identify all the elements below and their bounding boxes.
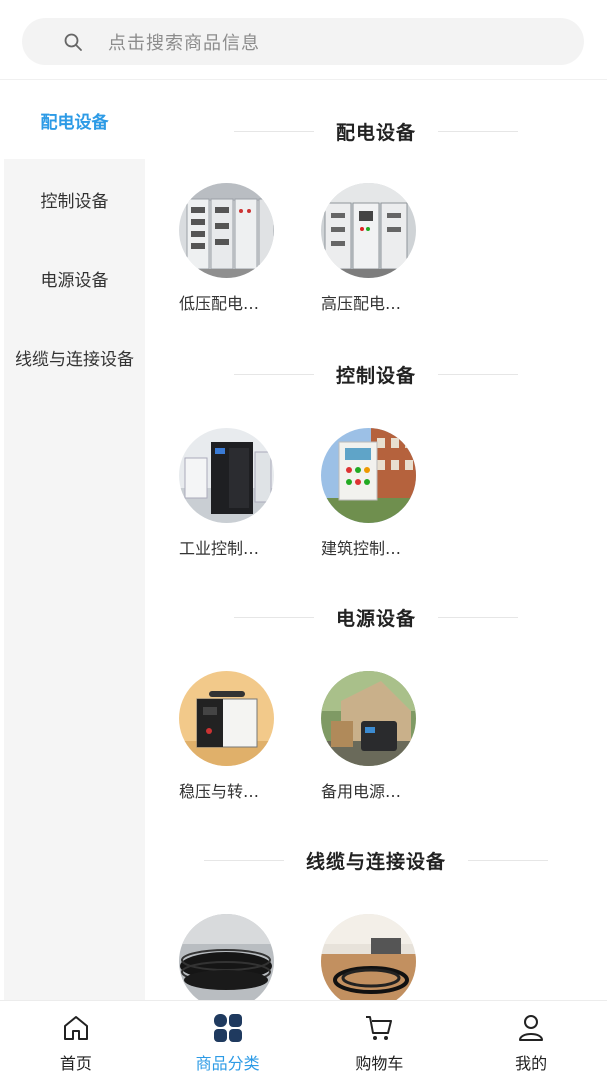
category-sidebar: 配电设备 控制设备 电源设备 线缆与连接设备: [4, 81, 145, 1000]
product-item[interactable]: 工业控制…: [179, 428, 289, 559]
tab-home[interactable]: 首页: [0, 1001, 152, 1080]
section-title: 配电设备: [145, 116, 607, 146]
product-label: 工业控制…: [179, 539, 260, 558]
tab-label: 商品分类: [195, 1054, 260, 1073]
product-label: 备用电源…: [321, 782, 402, 801]
product-item[interactable]: [321, 914, 431, 1000]
cable-desk-image: [321, 914, 416, 1000]
product-label: 高压配电…: [321, 294, 402, 313]
section-title: 控制设备: [145, 359, 607, 389]
voltage-stabilizer-image: [179, 671, 274, 766]
bottom-tab-bar: 首页 商品分类 购物车 我的: [0, 1000, 607, 1080]
cable-coil-image: [179, 914, 274, 1000]
switchgear-room-image: [321, 183, 416, 278]
portable-power-station-image: [321, 671, 416, 766]
user-icon: [514, 1011, 548, 1045]
search-input[interactable]: 点击搜索商品信息: [22, 18, 584, 65]
industrial-control-cabinet-image: [179, 428, 274, 523]
product-item[interactable]: 建筑控制…: [321, 428, 431, 559]
category-grid-icon: [211, 1011, 245, 1045]
sidebar-item-label: 配电设备: [40, 112, 109, 133]
product-item[interactable]: 稳压与转…: [179, 671, 289, 802]
tab-cart[interactable]: 购物车: [304, 1001, 456, 1080]
tab-category[interactable]: 商品分类: [152, 1001, 304, 1080]
sidebar-item-power-supply[interactable]: 电源设备: [4, 239, 145, 317]
sidebar-item-cables[interactable]: 线缆与连接设备: [4, 318, 145, 396]
building-control-panel-image: [321, 428, 416, 523]
section-title-text: 线缆与连接设备: [305, 850, 446, 873]
section-title: 线缆与连接设备: [145, 845, 607, 875]
product-item[interactable]: [179, 914, 289, 1000]
switchgear-cabinet-image: [179, 183, 274, 278]
product-item[interactable]: 低压配电…: [179, 183, 289, 314]
section-title: 电源设备: [145, 602, 607, 632]
search-placeholder: 点击搜索商品信息: [108, 32, 260, 54]
tab-profile[interactable]: 我的: [455, 1001, 607, 1080]
search-bar-container: 点击搜索商品信息: [0, 0, 607, 80]
sidebar-item-power-distribution[interactable]: 配电设备: [4, 81, 145, 159]
home-icon: [59, 1011, 93, 1045]
sidebar-item-label: 控制设备: [40, 191, 109, 212]
tab-label: 首页: [59, 1054, 92, 1073]
sidebar-item-label: 电源设备: [40, 270, 109, 291]
product-label: 建筑控制…: [321, 539, 402, 558]
tab-label: 购物车: [355, 1054, 404, 1073]
sidebar-item-label: 线缆与连接设备: [15, 349, 134, 370]
section-title-text: 控制设备: [335, 364, 416, 387]
product-label: 低压配电…: [179, 294, 260, 313]
sidebar-item-control[interactable]: 控制设备: [4, 160, 145, 238]
product-item[interactable]: 备用电源…: [321, 671, 431, 802]
cart-icon: [362, 1011, 396, 1045]
search-icon: [62, 31, 84, 53]
category-content: 配电设备 低压配电… 高压配电… 控制设备 工业控制… 建筑控制… 电源设备 稳…: [145, 81, 607, 1000]
product-label: 稳压与转…: [179, 782, 260, 801]
product-item[interactable]: 高压配电…: [321, 183, 431, 314]
section-title-text: 配电设备: [335, 121, 416, 144]
section-title-text: 电源设备: [335, 607, 416, 630]
tab-label: 我的: [515, 1054, 548, 1073]
